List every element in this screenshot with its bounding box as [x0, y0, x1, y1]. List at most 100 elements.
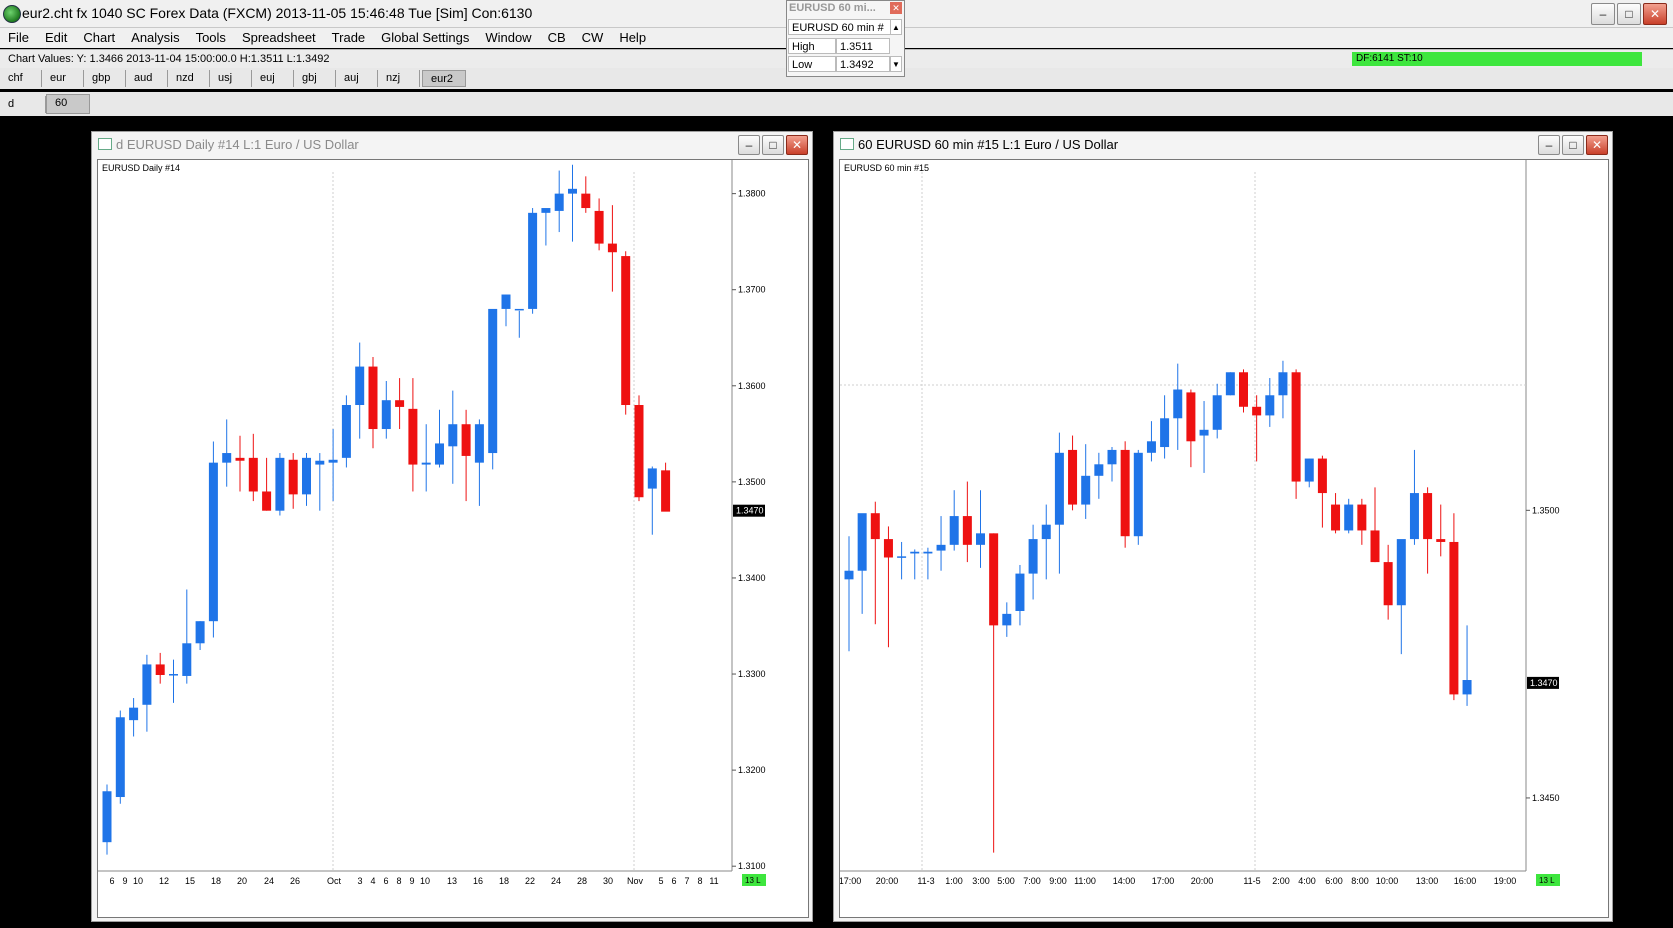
candle-body	[1146, 441, 1156, 453]
y-tick-label: 1.3400	[738, 573, 766, 583]
x-tick-label: 10:00	[1376, 876, 1399, 886]
x-tick-label: 16:00	[1454, 876, 1477, 886]
tab-nzd[interactable]: nzd	[168, 70, 210, 87]
candle-body	[435, 443, 444, 465]
candle-body	[328, 459, 338, 463]
close-icon[interactable]: ✕	[890, 2, 902, 14]
candle-body	[275, 457, 285, 511]
candle-body	[421, 462, 431, 465]
menu-cb[interactable]: CB	[540, 28, 574, 48]
maximize-icon[interactable]: □	[1617, 3, 1641, 25]
hourly-chart-title: 60 EURUSD 60 min #15 L:1 Euro / US Dolla…	[858, 137, 1119, 152]
maximize-icon[interactable]: □	[762, 135, 784, 155]
x-tick-label: 11-3	[917, 876, 934, 886]
candle-body	[182, 643, 192, 676]
candle-body	[1212, 395, 1222, 430]
candle-body	[262, 491, 272, 511]
x-tick-label: 14:00	[1113, 876, 1136, 886]
candle-body	[1370, 530, 1380, 563]
scroll-down-icon[interactable]: ▼	[890, 56, 902, 72]
x-tick-label: Nov	[627, 876, 644, 886]
x-tick-label: 1:00	[945, 876, 963, 886]
tab-interval-60[interactable]: 60	[46, 94, 90, 114]
candle-body	[949, 516, 959, 545]
tab-auj[interactable]: auj	[336, 70, 378, 87]
x-tick-label: 6	[383, 876, 388, 886]
high-value: 1.3511	[836, 38, 890, 54]
tab-euj[interactable]: euj	[252, 70, 294, 87]
candle-body	[1068, 449, 1078, 505]
menu-spreadsheet[interactable]: Spreadsheet	[234, 28, 324, 48]
low-label: Low	[788, 56, 836, 72]
scroll-up-icon[interactable]: ▲	[890, 19, 902, 35]
menu-tools[interactable]: Tools	[188, 28, 234, 48]
daily-chart-titlebar: d EURUSD Daily #14 L:1 Euro / US Dollar …	[92, 132, 812, 156]
tool-values-window[interactable]: EURUSD 60 mi... ✕ EURUSD 60 min # ▲ High…	[786, 0, 905, 77]
menu-global-settings[interactable]: Global Settings	[373, 28, 477, 48]
daily-candlestick-chart[interactable]: EURUSD Daily #14 1.3800 1.3700 1.3600 1.3500…	[98, 160, 808, 917]
tab-aud[interactable]: aud	[126, 70, 168, 87]
candle-body	[155, 664, 165, 675]
tab-gbp[interactable]: gbp	[84, 70, 126, 87]
candle-body	[302, 457, 311, 495]
candle-body	[1041, 524, 1051, 540]
candle-body	[910, 551, 920, 554]
y-tick-label: 1.3800	[738, 189, 766, 199]
maximize-icon[interactable]: □	[1562, 135, 1584, 155]
tool-symbol: EURUSD 60 min #	[788, 19, 891, 35]
tab-gbj[interactable]: gbj	[294, 70, 336, 87]
tab-eur[interactable]: eur	[42, 70, 84, 87]
candle-body	[857, 513, 867, 571]
menu-chart[interactable]: Chart	[75, 28, 123, 48]
minimize-icon[interactable]: –	[1538, 135, 1560, 155]
tab-eur2[interactable]: eur2	[422, 70, 466, 87]
candle-body	[115, 717, 125, 798]
x-tick-label: 4	[370, 876, 375, 886]
tab-usj[interactable]: usj	[210, 70, 252, 87]
close-icon[interactable]: ✕	[1586, 135, 1608, 155]
candle-body	[1423, 493, 1433, 540]
close-icon[interactable]: ✕	[786, 135, 808, 155]
menu-help[interactable]: Help	[611, 28, 654, 48]
x-tick-label: 22	[525, 876, 535, 886]
minimize-icon[interactable]: –	[738, 135, 760, 155]
candle-body	[169, 674, 178, 676]
candle-body	[1028, 539, 1038, 574]
candle-body	[395, 400, 405, 407]
x-tick-label: 11:00	[1074, 876, 1096, 886]
daily-chart-title: d EURUSD Daily #14 L:1 Euro / US Dollar	[116, 137, 359, 152]
hourly-chart-window[interactable]: 60 EURUSD 60 min #15 L:1 Euro / US Dolla…	[833, 131, 1613, 922]
daily-chart-plot[interactable]: EURUSD Daily #14 1.3800 1.3700 1.3600 1.3500…	[97, 159, 809, 918]
x-tick-label: 24	[551, 876, 561, 886]
chart-subtitle: EURUSD Daily #14	[102, 163, 180, 173]
candle-body	[634, 405, 644, 498]
tab-nzj[interactable]: nzj	[378, 70, 420, 87]
menu-file[interactable]: File	[0, 28, 37, 48]
candle-body	[1344, 504, 1354, 531]
candle-body	[1225, 372, 1235, 396]
candle-body	[897, 556, 907, 558]
y-tick-label: 1.3100	[738, 861, 766, 871]
menu-trade[interactable]: Trade	[324, 28, 373, 48]
tab-interval-d[interactable]: d	[0, 96, 46, 113]
candle-body	[1331, 504, 1341, 531]
menu-cw[interactable]: CW	[574, 28, 612, 48]
close-icon[interactable]: ✕	[1643, 3, 1667, 25]
x-tick-label: 17:00	[1152, 876, 1175, 886]
x-tick-label: 17:00	[840, 876, 861, 886]
x-tick-label: 9	[122, 876, 127, 886]
chart-subtitle: EURUSD 60 min #15	[844, 163, 929, 173]
menu-window[interactable]: Window	[477, 28, 539, 48]
candle-body	[607, 243, 617, 253]
daily-chart-window[interactable]: d EURUSD Daily #14 L:1 Euro / US Dollar …	[91, 131, 813, 922]
menu-edit[interactable]: Edit	[37, 28, 75, 48]
x-tick-label: 7	[684, 876, 689, 886]
tab-chf[interactable]: chf	[0, 70, 42, 87]
candle-body	[355, 366, 365, 406]
minimize-icon[interactable]: –	[1591, 3, 1615, 25]
x-tick-label: Oct	[327, 876, 342, 886]
hourly-candlestick-chart[interactable]: EURUSD 60 min #15 1.3500 1.3450 1.3470 17:00…	[840, 160, 1608, 917]
menu-analysis[interactable]: Analysis	[123, 28, 187, 48]
x-tick-label: 16	[473, 876, 483, 886]
hourly-chart-plot[interactable]: EURUSD 60 min #15 1.3500 1.3450 1.3470 17:00…	[839, 159, 1609, 918]
